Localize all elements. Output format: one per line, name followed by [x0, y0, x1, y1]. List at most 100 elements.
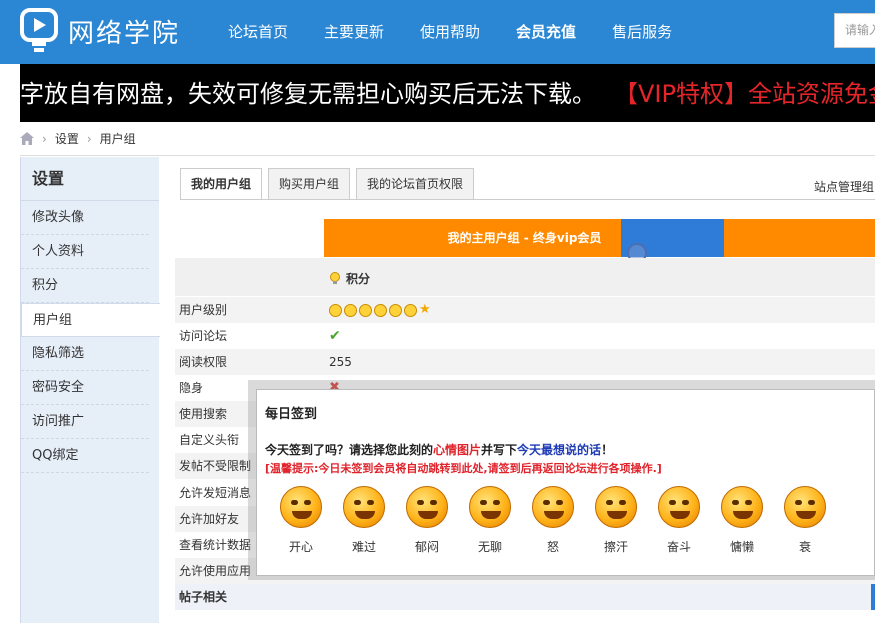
- permission-label: 自定义头衔: [179, 433, 240, 447]
- main-nav: 论坛首页 主要更新 使用帮助 会员充值 售后服务: [210, 0, 690, 64]
- play-bulb-icon: [20, 8, 58, 54]
- tab-2[interactable]: 我的论坛首页权限: [356, 168, 475, 200]
- breadcrumb-settings[interactable]: 设置: [55, 130, 79, 147]
- sidebar-item-5[interactable]: 密码安全: [21, 371, 149, 405]
- vip-announcement-text[interactable]: 【VIP特权】全站资源免金币: [626, 80, 875, 108]
- lightbulb-icon: [330, 272, 340, 285]
- dialog-button-edge[interactable]: [871, 584, 875, 610]
- prompt-text-b: 并写下: [481, 443, 518, 457]
- daily-checkin-dialog: 每日签到 今天签到了吗？请选择您此刻的心情图片并写下今天最想说的话！ [温馨提示…: [256, 389, 875, 576]
- emoji-face-icon: [784, 486, 826, 528]
- star-icon: ★: [419, 302, 431, 317]
- score-label: 积分: [330, 270, 370, 287]
- home-icon[interactable]: [20, 132, 34, 145]
- prompt-text-a: 今天签到了吗？请选择您此刻的: [265, 443, 434, 457]
- tab-1[interactable]: 购买用户组: [268, 168, 351, 200]
- mood-option[interactable]: 擦汗: [586, 486, 646, 555]
- emoji-face-icon: [532, 486, 574, 528]
- tab-0[interactable]: 我的用户组: [180, 168, 263, 200]
- emoji-face-icon: [343, 486, 385, 528]
- permission-label: 访问论坛: [179, 329, 228, 343]
- mood-label: 怒: [546, 540, 559, 554]
- permission-value: ✔: [329, 323, 341, 349]
- nav-item-2[interactable]: 使用帮助: [402, 0, 498, 64]
- smiley-icon: [329, 303, 342, 317]
- mood-label: 无聊: [477, 540, 502, 554]
- emoji-face-icon: [406, 486, 448, 528]
- permission-label: 查看统计数据: [179, 538, 252, 552]
- permission-row: 访问论坛 ✔: [175, 323, 875, 349]
- checkin-prompt: 今天签到了吗？请选择您此刻的心情图片并写下今天最想说的话！: [265, 441, 613, 458]
- site-admin-link[interactable]: 站点管理组: [814, 178, 874, 195]
- chevron-right-icon: ›: [86, 131, 92, 146]
- mood-option[interactable]: 奋斗: [649, 486, 709, 555]
- emoji-face-icon: [280, 486, 322, 528]
- sidebar-item-6[interactable]: 访问推广: [21, 405, 149, 439]
- top-header: 网络学院 论坛首页主要更新使用帮助会员充值售后服务 请输入: [0, 0, 875, 64]
- permission-label: 允许发短消息: [179, 486, 252, 500]
- nav-item-4[interactable]: 售后服务: [594, 0, 690, 64]
- section-label-posts: 帖子相关: [179, 590, 228, 604]
- mood-label: 衰: [798, 540, 811, 554]
- tab-divider: [180, 199, 875, 200]
- mood-option[interactable]: 开心: [271, 486, 331, 555]
- smiley-icon: [344, 303, 357, 317]
- mood-option[interactable]: 难过: [334, 486, 394, 555]
- emoji-face-icon: [721, 486, 763, 528]
- permission-value: ★: [329, 297, 431, 323]
- emoji-face-icon: [658, 486, 700, 528]
- sidebar-title: 设置: [21, 157, 159, 201]
- section-header-row: [175, 584, 875, 610]
- permission-row: 用户级别 ★: [175, 297, 875, 323]
- permission-row: 阅读权限 255: [175, 349, 875, 375]
- smiley-icon: [404, 303, 417, 317]
- main-group-title: 我的主用户组 - 终身vip会员: [447, 231, 602, 245]
- permission-label: 用户级别: [179, 303, 228, 317]
- emoji-face-icon: [469, 486, 511, 528]
- sidebar-item-4[interactable]: 隐私筛选: [21, 337, 149, 371]
- smiley-icon: [374, 303, 387, 317]
- mood-option[interactable]: 无聊: [460, 486, 520, 555]
- main-group-header: 我的主用户组 - 终身vip会员: [324, 219, 875, 257]
- mood-label: 开心: [288, 540, 313, 554]
- smiley-icon: [389, 303, 402, 317]
- settings-sidebar: 设置 修改头像 个人资料 积分 用户组 隐私筛选 密码安全 访问推广 QQ绑定: [20, 157, 160, 623]
- dialog-title: 每日签到: [265, 407, 318, 422]
- score-label-text: 积分: [346, 272, 371, 286]
- permission-value: 255: [329, 355, 352, 369]
- usergroup-tabs: 我的用户组 购买用户组 我的论坛首页权限: [180, 168, 480, 200]
- checkin-tip: [温馨提示:今日未签到会员将自动跳转到此处,请签到后再返回论坛进行各项操作.]: [265, 462, 662, 475]
- check-icon: ✔: [329, 328, 341, 344]
- nav-item-3[interactable]: 会员充值: [498, 0, 594, 64]
- sidebar-item-7[interactable]: QQ绑定: [21, 439, 149, 473]
- smiley-icon: [359, 303, 372, 317]
- mood-label: 奋斗: [666, 540, 691, 554]
- permission-label: 发帖不受限制: [179, 459, 252, 473]
- mood-label: 郁闷: [414, 540, 439, 554]
- mood-option[interactable]: 慵懒: [712, 486, 772, 555]
- sidebar-item-2[interactable]: 积分: [21, 269, 149, 303]
- permission-label: 隐身: [179, 381, 204, 395]
- announcement-text: 字放自有网盘，失效可修复无需担心购买后无法下载。: [20, 80, 596, 108]
- mood-option[interactable]: 郁闷: [397, 486, 457, 555]
- mood-option[interactable]: 怒: [523, 486, 583, 555]
- emoji-face-icon: [595, 486, 637, 528]
- mood-option[interactable]: 衰: [775, 486, 835, 555]
- prompt-text-c: ！: [601, 443, 614, 457]
- permission-label: 阅读权限: [179, 355, 228, 369]
- divider: [20, 155, 875, 156]
- sidebar-item-0[interactable]: 修改头像: [21, 201, 149, 235]
- prompt-text-mood: 心情图片: [433, 443, 482, 457]
- permission-label: 允许加好友: [179, 512, 240, 526]
- sidebar-item-1[interactable]: 个人资料: [21, 235, 149, 269]
- search-input[interactable]: 请输入: [834, 13, 875, 48]
- nav-item-0[interactable]: 论坛首页: [210, 0, 306, 64]
- mood-label: 难过: [351, 540, 376, 554]
- chevron-right-icon: ›: [42, 131, 47, 146]
- site-logo[interactable]: 网络学院: [20, 8, 180, 54]
- breadcrumb-usergroup[interactable]: 用户组: [100, 130, 136, 147]
- score-row: [175, 258, 875, 296]
- sidebar-item-3[interactable]: 用户组: [21, 303, 160, 337]
- mood-label: 擦汗: [603, 540, 628, 554]
- nav-item-1[interactable]: 主要更新: [306, 0, 402, 64]
